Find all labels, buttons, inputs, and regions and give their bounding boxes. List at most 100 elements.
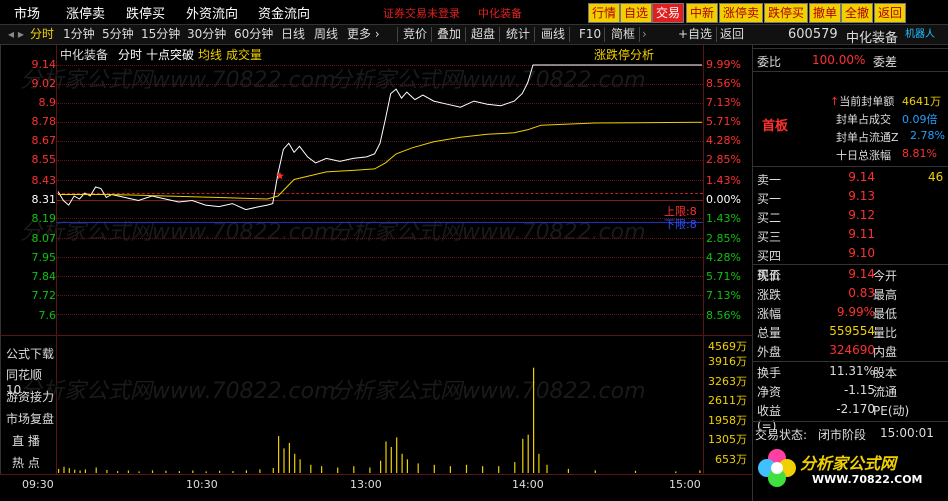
volume-bar — [95, 467, 97, 473]
tab-1min[interactable]: 1分钟 — [63, 25, 95, 44]
wei-bi-label: 委比 — [757, 55, 782, 69]
bid4-label: 买四 — [757, 249, 782, 263]
divider — [753, 71, 948, 72]
tab-auction[interactable]: 竞价 — [403, 25, 427, 44]
notice-stock: 中化装备 — [478, 7, 522, 20]
bid2-label: 买二 — [757, 211, 782, 225]
turnover-value: 11.31% — [829, 364, 875, 378]
menu-limit-up-sell[interactable]: 涨停卖 — [66, 3, 105, 22]
tab-60min[interactable]: 60分钟 — [234, 25, 273, 44]
seal-deal-label: 封单占成交 — [836, 113, 891, 126]
bid4-price[interactable]: 9.11 — [815, 227, 875, 241]
stat-label: 现价 — [757, 269, 782, 283]
price-tick: 8.43 — [31, 174, 57, 187]
pct-tick: 4.28% — [706, 134, 741, 147]
tab-15min[interactable]: 15分钟 — [141, 25, 180, 44]
stat-label: 涨幅 — [757, 307, 782, 321]
quick-button-limit-up-sell[interactable]: 涨停卖 — [719, 3, 764, 23]
tab-f10[interactable]: F10 — [579, 25, 601, 44]
site-logo-flower-icon — [756, 446, 798, 492]
bid2-price[interactable]: 9.13 — [815, 189, 875, 203]
stat-label: 涨跌 — [757, 288, 782, 302]
quick-button-cancel[interactable]: 撤单 — [809, 3, 842, 23]
pct-tick: 8.56% — [706, 77, 741, 90]
current-price: 9.14 — [848, 267, 875, 281]
breakout-marker: ★ — [275, 169, 285, 182]
quick-button-trade[interactable]: 交易 — [652, 3, 685, 23]
quick-button-back[interactable]: 返回 — [874, 3, 907, 23]
volume-bar — [138, 471, 140, 473]
wei-cha-label: 委差 — [873, 55, 898, 69]
price-tick: 9.02 — [31, 77, 57, 90]
volume-bar — [546, 464, 548, 473]
seal-float-value: 2.78% — [910, 129, 945, 142]
stat-label: 最低 — [873, 307, 898, 321]
volume-bar — [79, 470, 81, 473]
bid5-price[interactable]: 9.10 — [815, 246, 875, 260]
volume-bar — [299, 459, 301, 473]
volume-bar — [380, 460, 382, 473]
quick-button-zhongxin[interactable]: 中新 — [686, 3, 719, 23]
add-watchlist-button[interactable]: +自选 — [678, 25, 712, 44]
side-link-live[interactable]: 直 播 — [12, 432, 62, 449]
tab-5min[interactable]: 5分钟 — [102, 25, 134, 44]
tab-statistics[interactable]: 统计 — [506, 25, 530, 44]
stat-label: 总量 — [757, 326, 782, 340]
tab-30min[interactable]: 30分钟 — [187, 25, 226, 44]
tab-overlay[interactable]: 叠加 — [437, 25, 461, 44]
seal-amount-label: ↑当前封单额 — [830, 95, 895, 108]
tab-weekly[interactable]: 周线 — [314, 25, 338, 44]
menu-fund-flow[interactable]: 资金流向 — [258, 3, 310, 22]
volume-bar — [675, 471, 677, 473]
pct-tick: 4.28% — [706, 251, 741, 264]
side-link-market-review[interactable]: 市场复盘 — [6, 410, 56, 427]
robot-label[interactable]: 机器人 — [905, 25, 935, 40]
menu-limit-down-buy[interactable]: 跌停买 — [126, 3, 165, 22]
volume-bar — [527, 434, 529, 473]
quick-button-quote[interactable]: 行情 — [588, 3, 621, 23]
side-link-hot-money[interactable]: 游资接力 — [6, 388, 56, 405]
bid1-volume: 46 — [928, 170, 944, 184]
ask1-label: 卖一 — [757, 173, 782, 187]
volume-bar — [68, 468, 70, 473]
menu-market[interactable]: 市场 — [14, 3, 40, 22]
toolbar-back-button[interactable]: 返回 — [720, 25, 744, 44]
tab-daily[interactable]: 日线 — [281, 25, 305, 44]
volume-bar — [396, 437, 398, 473]
bid1-price[interactable]: 9.14 — [815, 170, 875, 184]
volume-bar — [106, 470, 108, 473]
time-label: 10:30 — [186, 478, 218, 491]
volume-bar — [245, 470, 247, 473]
volume-tick: 1305万 — [708, 433, 747, 446]
volume-bar — [117, 471, 119, 473]
side-link-hotspot[interactable]: 热 点 — [12, 454, 62, 471]
volume-bar — [699, 470, 701, 473]
stat-label: PE(动) — [873, 404, 910, 418]
trade-time: 15:00:01 — [880, 426, 934, 440]
ten-day-label: 十日总涨幅 — [836, 149, 891, 162]
volume-bar — [433, 464, 435, 473]
tab-draw-line[interactable]: 画线 — [541, 25, 565, 44]
volume-bar — [482, 466, 484, 473]
tab-more[interactable]: 更多 › — [347, 25, 380, 44]
volume-bar — [385, 441, 387, 473]
toolbar-divider — [604, 27, 605, 42]
scroll-arrow-icon[interactable]: › — [642, 25, 647, 44]
tab-intraday[interactable]: 分时 — [30, 25, 54, 44]
total-volume: 559554 — [829, 324, 875, 338]
volume-bar — [522, 438, 524, 473]
side-link-formula-download[interactable]: 公式下载 — [6, 345, 56, 362]
bid3-price[interactable]: 9.12 — [815, 208, 875, 222]
menu-foreign-flow[interactable]: 外资流向 — [186, 3, 238, 22]
stock-code: 600579 — [788, 27, 838, 42]
tab-super-market[interactable]: 超盘 — [471, 25, 495, 44]
volume-bar — [272, 468, 274, 473]
nav-arrows-icon[interactable]: ◂ ▸ — [8, 25, 24, 44]
quick-button-cancel-all[interactable]: 全撤 — [841, 3, 874, 23]
tab-simple-frame[interactable]: 简框 — [611, 25, 635, 44]
volume-bar — [288, 442, 290, 473]
pct-tick: 0.00% — [706, 193, 741, 206]
quick-button-watchlist[interactable]: 自选 — [620, 3, 653, 23]
volume-bar — [406, 459, 408, 473]
quick-button-limit-down-buy[interactable]: 跌停买 — [764, 3, 809, 23]
